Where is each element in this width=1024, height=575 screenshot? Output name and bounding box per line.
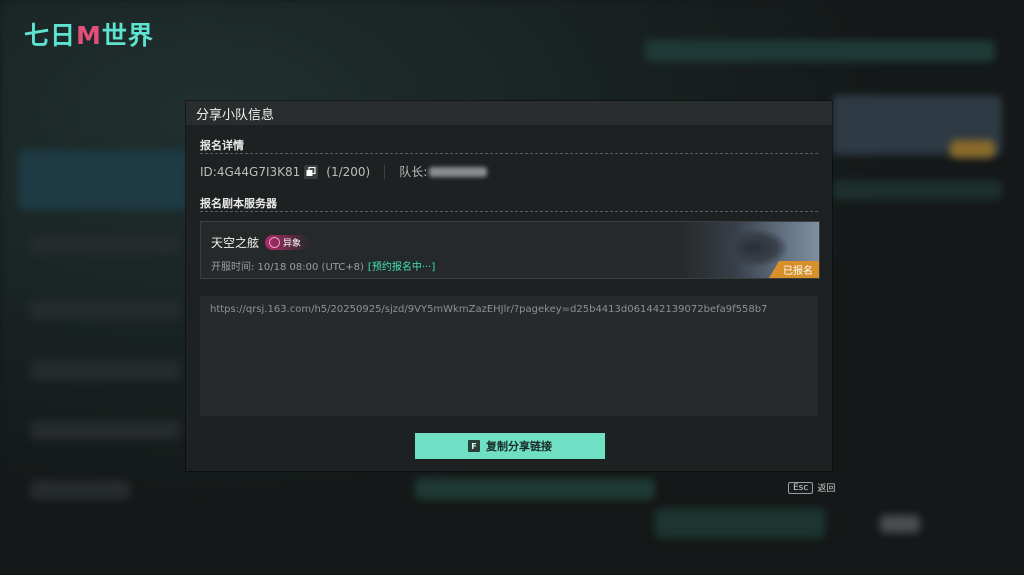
reservation-status: [预约报名中···] — [367, 262, 436, 273]
copy-button-label: 复制分享链接 — [486, 440, 552, 453]
bg-badge-right — [950, 140, 995, 158]
share-link-text: https://qrsj.163.com/h5/20250925/sjzd/9V… — [210, 304, 768, 315]
logo-text-right: 世界 — [101, 21, 154, 50]
copy-icon[interactable] — [304, 164, 319, 179]
section-server-title: 报名剧本服务器 — [200, 197, 277, 210]
bg-row-4 — [30, 420, 180, 440]
separator — [384, 164, 386, 179]
divider — [200, 211, 818, 212]
member-count: (1/200) — [326, 164, 371, 179]
captain-label: 队长: — [399, 165, 428, 179]
bg-chip — [880, 515, 920, 533]
server-tag-label: 异象 — [283, 239, 302, 249]
section-signup-title: 报名详情 — [200, 139, 244, 152]
bg-row-5 — [30, 480, 130, 500]
keyboard-f-icon: F — [468, 440, 480, 452]
server-card[interactable]: 天空之舷 异象 开服时间: 10/18 08:00 (UTC+8) [预约报名中·… — [200, 221, 820, 279]
server-name-row: 天空之舷 异象 — [211, 234, 310, 251]
dialog-title: 分享小队信息 — [196, 107, 275, 123]
dialog-header: 分享小队信息 — [186, 101, 832, 125]
share-team-dialog: 分享小队信息 报名详情 ID:4G44G7I3K81 (1/200) 队长: 报… — [186, 101, 832, 471]
captain-name-redacted — [429, 166, 488, 177]
bg-button-ghost — [415, 478, 655, 500]
team-info-row: ID:4G44G7I3K81 (1/200) 队长: — [200, 163, 488, 180]
logo-text-mid: M — [76, 21, 102, 50]
anomaly-icon — [269, 237, 281, 248]
back-label: 返回 — [817, 484, 836, 494]
esc-back-hint[interactable]: Esc 返回 — [788, 481, 835, 494]
bg-row-1 — [30, 235, 180, 255]
bg-panel-left — [18, 150, 188, 210]
open-time-text: 开服时间: 10/18 08:00 (UTC+8) — [211, 262, 364, 273]
bg-row-right — [832, 180, 1002, 200]
bg-row-3 — [30, 360, 180, 380]
share-link-box[interactable]: https://qrsj.163.com/h5/20250925/sjzd/9V… — [200, 296, 818, 416]
bg-top-tabs — [645, 40, 995, 62]
copy-share-link-button[interactable]: F 复制分享链接 — [415, 433, 605, 459]
server-name: 天空之舷 — [211, 236, 260, 250]
logo-text-left: 七日 — [24, 21, 77, 50]
team-id: ID:4G44G7I3K81 — [200, 164, 301, 179]
server-tag: 异象 — [265, 235, 310, 250]
server-open-time: 开服时间: 10/18 08:00 (UTC+8) [预约报名中···] — [211, 258, 435, 273]
bg-row-2 — [30, 300, 180, 320]
bg-button-ghost-2 — [655, 508, 825, 538]
esc-key[interactable]: Esc — [788, 481, 814, 494]
game-logo: 七日M世界 — [24, 16, 154, 52]
divider — [200, 153, 818, 154]
